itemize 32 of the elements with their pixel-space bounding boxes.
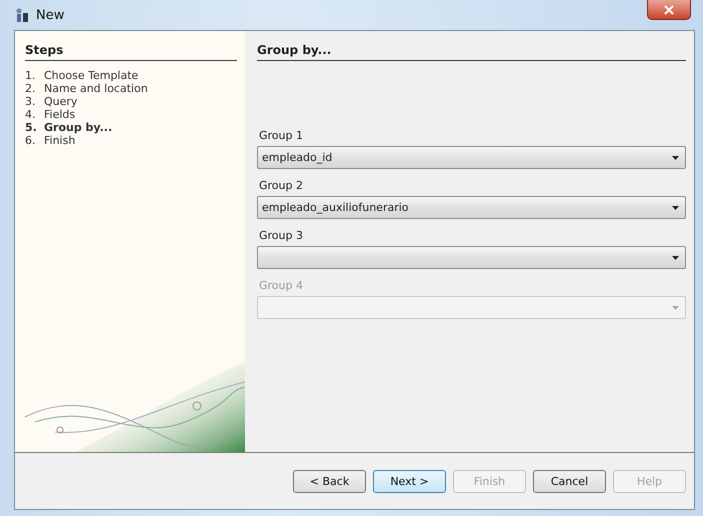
step-label: Finish: [44, 134, 76, 147]
dropdown-arrow-icon: [672, 256, 679, 260]
page-heading: Group by...: [257, 43, 686, 61]
close-icon: [664, 4, 674, 14]
dropdown-arrow-icon: [672, 306, 679, 310]
step-number: 3.: [25, 95, 36, 108]
dropdown-arrow-icon: [672, 156, 679, 160]
step-number: 5.: [25, 121, 38, 134]
dialog-button[interactable]: Next >: [373, 470, 446, 492]
dropdown-arrow-icon: [672, 206, 679, 210]
dialog-button[interactable]: < Back: [293, 470, 366, 492]
group-label: Group 1: [259, 129, 304, 142]
step-number: 1.: [25, 69, 36, 82]
group-dropdown[interactable]: empleado_id: [257, 146, 686, 169]
window-title: New: [36, 8, 64, 22]
group-label: Group 2: [259, 179, 304, 192]
group-label: Group 4: [259, 279, 304, 292]
group-dropdown[interactable]: [257, 246, 686, 269]
dialog-button[interactable]: Cancel: [533, 470, 606, 492]
step-label: Group by...: [44, 121, 112, 134]
step-number: 2.: [25, 82, 36, 95]
app-icon: [14, 7, 30, 23]
steps-heading: Steps: [25, 43, 237, 61]
step-label: Choose Template: [44, 69, 138, 82]
step-label: Name and location: [44, 82, 148, 95]
step-number: 6.: [25, 134, 36, 147]
step-label: Fields: [44, 108, 76, 121]
close-button[interactable]: [647, 0, 691, 20]
step-number: 4.: [25, 108, 36, 121]
step-label: Query: [44, 95, 78, 108]
group-dropdown[interactable]: empleado_auxiliofunerario: [257, 196, 686, 219]
group-label: Group 3: [259, 229, 304, 242]
